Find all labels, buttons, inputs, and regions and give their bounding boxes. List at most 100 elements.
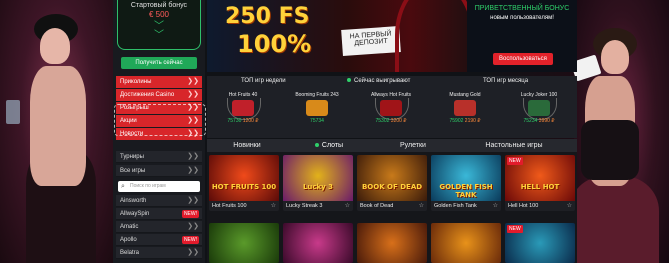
game-thumb	[454, 100, 476, 116]
favorite-star-icon[interactable]: ☆	[345, 201, 350, 211]
game-art	[283, 155, 353, 201]
tab-slots[interactable]: Слоты	[299, 139, 359, 152]
sidebar: Стартовый бонус € 500 ﹀ ﹀ Получить сейчас…	[113, 0, 206, 263]
bonus-amount: € 500	[148, 10, 170, 19]
game-tile[interactable]	[283, 223, 353, 263]
game-tile[interactable]	[431, 223, 501, 263]
new-badge: NEW!	[181, 210, 199, 218]
sidebar-item-label: Турниры	[120, 154, 144, 160]
game-tabs: Новинки Слоты Рулетки Настольные игры	[207, 139, 577, 152]
search-icon: ⌕	[121, 183, 125, 190]
game-title: Hot Fruits 100	[212, 203, 247, 209]
chevron-right-icon: ❯❯	[187, 223, 199, 230]
new-badge: NEW	[507, 225, 523, 233]
search-input[interactable]: ⌕ Поиск по играм	[118, 181, 200, 192]
game-art-title: GOLDEN FISH TANK	[439, 183, 493, 199]
game-title: Book of Dead	[360, 203, 394, 209]
sidebar-item-label: Apollo	[120, 237, 137, 243]
sidebar-item-provider-1[interactable]: AllwaySpin NEW!	[116, 208, 202, 220]
game-art	[357, 155, 427, 201]
tab-roulette[interactable]: Рулетки	[383, 139, 443, 152]
search-placeholder: Поиск по играм	[130, 183, 166, 189]
claim-bonus-button[interactable]: Воспользоваться	[493, 53, 553, 65]
game-thumb	[232, 100, 254, 116]
winner-amount-secondary: 3200 ₽	[390, 118, 407, 124]
right-promo-art	[569, 0, 669, 263]
game-caption: Book of Dead ☆	[357, 201, 427, 211]
winner-card[interactable]: Booming Fruits 243 75734	[287, 92, 347, 136]
promo-banner[interactable]: 250 FS 100% НА ПЕРВЫЙ ДЕПОЗИТ ПРИВЕТСТВЕ…	[207, 0, 577, 72]
sidebar-item-red-0[interactable]: Приколины ❯❯	[116, 76, 202, 88]
game-tile[interactable]: GOLDEN FISH TANK Golden Fish Tank ☆	[431, 155, 501, 211]
game-art-title: Lucky 3	[302, 183, 334, 191]
favorite-star-icon[interactable]: ☆	[567, 201, 572, 211]
sidebar-item-label: Приколины	[120, 79, 152, 85]
winner-card[interactable]: Hot Fruits 40 75730 1200 ₽	[213, 92, 273, 136]
game-art-title: BOOK OF DEAD	[361, 183, 423, 191]
get-bonus-button[interactable]: Получить сейчас	[121, 57, 197, 69]
winner-amount: 75234 3990 ₽	[509, 118, 569, 124]
sidebar-item-provider-3[interactable]: Apollo NEW!	[116, 234, 202, 246]
winner-card[interactable]: Lucky Joker 100 75234 3990 ₽	[509, 92, 569, 136]
sidebar-item-provider-4[interactable]: Belatra ❯❯	[116, 247, 202, 259]
sidebar-item-red-1[interactable]: Достижения Casino ❯❯	[116, 89, 202, 101]
game-thumb	[380, 100, 402, 116]
winner-amount-value: 75302	[375, 118, 390, 124]
games-grid: HOT FRUITS 100 Hot Fruits 100 ☆ Lucky 3 L…	[207, 152, 577, 263]
winner-amount-secondary: 3990 ₽	[538, 118, 555, 124]
game-caption: Hot Fruits 100 ☆	[209, 201, 279, 211]
winner-card[interactable]: Mustang Gold 75902 2190 ₽	[435, 92, 495, 136]
winner-amount: 75730 1200 ₽	[213, 118, 273, 124]
sidebar-item-tournaments[interactable]: Турниры ❯❯	[116, 151, 202, 163]
game-tile[interactable]: Lucky 3 Lucky Streak 3 ☆	[283, 155, 353, 211]
active-dot-icon	[314, 143, 319, 148]
game-tile[interactable]	[357, 223, 427, 263]
winner-amount-value: 75730	[227, 118, 242, 124]
game-art	[209, 223, 279, 263]
chevron-right-icon: ❯❯	[187, 91, 199, 98]
winner-amount-secondary: 2190 ₽	[464, 118, 481, 124]
bonus-title: Стартовый бонус	[130, 2, 188, 9]
winner-amount: 75734	[310, 118, 324, 124]
glass-icon	[6, 100, 20, 124]
chevron-right-icon: ❯❯	[187, 153, 199, 160]
game-tile[interactable]	[209, 223, 279, 263]
game-thumb	[306, 100, 328, 116]
chevron-down-icon: ﹀ ﹀	[154, 21, 164, 41]
winner-game-name: Allways Hot Fruits	[370, 92, 411, 98]
top-week-heading: ТОП игр недели	[241, 78, 286, 84]
favorite-star-icon[interactable]: ☆	[419, 201, 424, 211]
game-title: Golden Fish Tank	[434, 203, 477, 209]
game-tile[interactable]: HOT FRUITS 100 Hot Fruits 100 ☆	[209, 155, 279, 211]
game-art-title: HELL HOT	[520, 183, 560, 191]
game-title: Hell Hot 100	[508, 203, 539, 209]
game-caption: Hell Hot 100 ☆	[505, 201, 575, 211]
new-badge: NEW!	[181, 236, 199, 244]
sidebar-item-all-games[interactable]: Все игры ❯❯	[116, 165, 202, 177]
tab-table-games[interactable]: Настольные игры	[469, 139, 559, 152]
winner-amount-secondary: 1200 ₽	[242, 118, 259, 124]
game-art	[357, 223, 427, 263]
game-tile[interactable]: HELL HOT NEW Hell Hot 100 ☆	[505, 155, 575, 211]
favorite-star-icon[interactable]: ☆	[271, 201, 276, 211]
first-deposit-tag: НА ПЕРВЫЙ ДЕПОЗИТ	[341, 26, 401, 56]
winner-amount-value: 75234	[523, 118, 538, 124]
right-figure-head	[601, 40, 629, 74]
sidebar-item-label: Достижения Casino	[120, 92, 175, 98]
game-tile[interactable]: NEW	[505, 223, 575, 263]
game-art	[209, 155, 279, 201]
winner-card[interactable]: Allways Hot Fruits 75302 3200 ₽	[361, 92, 421, 136]
favorite-star-icon[interactable]: ☆	[493, 201, 498, 211]
tab-slots-label: Слоты	[321, 142, 344, 149]
sidebar-item-label: Все игры	[120, 168, 146, 174]
sidebar-item-provider-2[interactable]: Amatic ❯❯	[116, 221, 202, 233]
game-tile[interactable]: BOOK OF DEAD Book of Dead ☆	[357, 155, 427, 211]
banner-arch	[395, 0, 475, 72]
tab-new[interactable]: Новинки	[217, 139, 277, 152]
winner-game-name: Hot Fruits 40	[228, 92, 258, 98]
top-games-row: ТОП игр недели Сейчас выигрывают ТОП игр…	[207, 76, 577, 138]
sidebar-item-label: Amatic	[120, 224, 139, 230]
chevron-right-icon: ❯❯	[187, 197, 199, 204]
sidebar-item-provider-0[interactable]: Ainsworth ❯❯	[116, 195, 202, 207]
right-figure-skirt	[569, 176, 659, 263]
